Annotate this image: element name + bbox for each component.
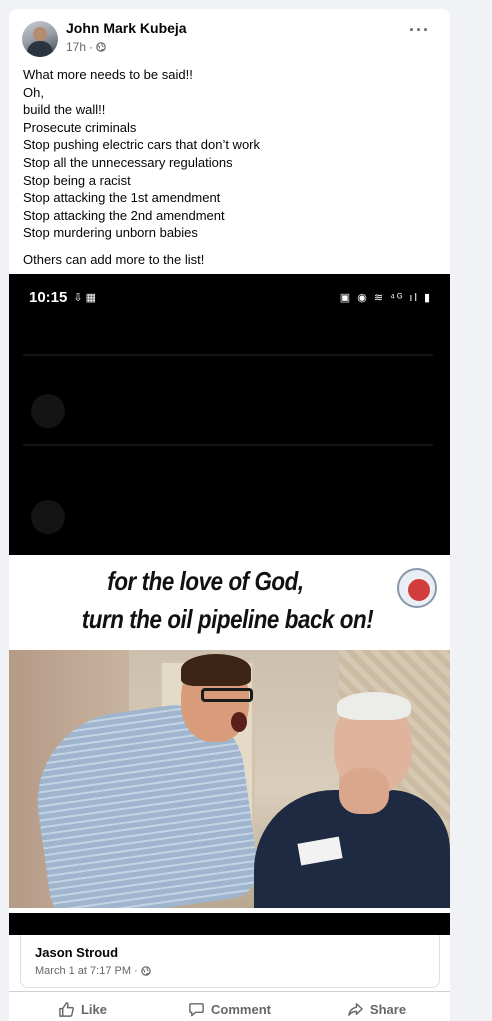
avatar-head xyxy=(33,27,47,41)
post-action-bar: Like Comment Share xyxy=(9,991,450,1021)
comment-label: Comment xyxy=(211,1001,271,1017)
shouting-man-hair xyxy=(181,654,251,686)
post-line: Stop attacking the 1st amendment xyxy=(23,190,221,206)
meme-caption-line-2: turn the oil pipeline back on! xyxy=(81,604,374,634)
post-meta: 17h · xyxy=(66,40,106,54)
like-button[interactable]: Like xyxy=(9,992,156,1021)
post-text: What more needs to be said!! Oh, build t… xyxy=(23,66,433,269)
share-button[interactable]: Share xyxy=(303,992,450,1021)
faded-divider xyxy=(23,354,433,356)
faded-avatar xyxy=(31,500,65,534)
thumbs-up-icon xyxy=(59,1001,74,1017)
post-line: Stop attacking the 2nd amendment xyxy=(23,207,225,223)
comment-button[interactable]: Comment xyxy=(156,992,303,1021)
author-name[interactable]: John Mark Kubeja xyxy=(66,20,187,36)
shared-post-date[interactable]: March 1 at 7:17 PM xyxy=(35,965,131,977)
avatar-body xyxy=(27,41,53,57)
status-left-icons: ⇩ ▦ xyxy=(73,291,97,304)
status-right-icons: ▣ ◉ ≋ ⁴ᴳ ıl ▮ xyxy=(339,291,432,304)
post-line: Stop murdering unborn babies xyxy=(23,225,198,241)
meme-image[interactable]: for the love of God, turn the oil pipeli… xyxy=(9,555,450,913)
share-icon xyxy=(348,1002,363,1016)
shouting-man-glasses xyxy=(201,688,253,702)
faded-avatar xyxy=(31,394,65,428)
phone-status-bar: 10:15 ⇩ ▦ ▣ ◉ ≋ ⁴ᴳ ıl ▮ xyxy=(29,288,432,306)
shared-post-author[interactable]: Jason Stroud xyxy=(35,945,118,960)
comment-icon xyxy=(189,1002,204,1016)
status-time: 10:15 xyxy=(29,288,68,306)
meta-separator: · xyxy=(89,40,94,54)
post-line: Stop pushing electric cars that don’t wo… xyxy=(23,137,261,153)
meme-caption-line-1: for the love of God, xyxy=(107,566,304,596)
image-bottom-bar xyxy=(9,913,450,935)
shouting-man-mouth xyxy=(231,712,247,732)
more-options-icon[interactable]: ··· xyxy=(409,21,430,39)
post-line: Stop all the unnecessary regulations xyxy=(23,154,233,170)
share-label: Share xyxy=(369,1001,407,1017)
post-line: Prosecute criminals xyxy=(23,119,137,135)
globe-icon xyxy=(96,42,106,52)
post-line: Oh, xyxy=(23,84,44,100)
meme-photo xyxy=(9,650,450,908)
seated-man-hand xyxy=(339,768,389,814)
globe-icon xyxy=(140,966,151,976)
post-header: John Mark Kubeja 17h · ··· xyxy=(9,9,450,61)
shared-post-meta: March 1 at 7:17 PM · xyxy=(35,965,151,977)
post-line: Stop being a racist xyxy=(23,172,131,188)
post-time[interactable]: 17h xyxy=(66,40,86,54)
post-line: build the wall!! xyxy=(23,102,106,118)
seated-man-hair xyxy=(337,692,411,720)
post-closing-line: Others can add more to the list! xyxy=(23,251,205,267)
author-avatar[interactable] xyxy=(22,21,58,57)
shared-post-attribution[interactable]: Jason Stroud March 1 at 7:17 PM · xyxy=(20,935,440,988)
meta-separator: · xyxy=(134,965,138,977)
like-label: Like xyxy=(80,1001,107,1017)
post-line: What more needs to be said!! xyxy=(23,67,193,82)
meme-logo-badge xyxy=(397,568,437,608)
post-card: John Mark Kubeja 17h · ··· What more nee… xyxy=(9,9,450,1021)
phone-screenshot-image[interactable]: 10:15 ⇩ ▦ ▣ ◉ ≋ ⁴ᴳ ıl ▮ xyxy=(9,274,450,555)
badge-emblem xyxy=(406,577,432,603)
faded-divider xyxy=(23,444,433,446)
